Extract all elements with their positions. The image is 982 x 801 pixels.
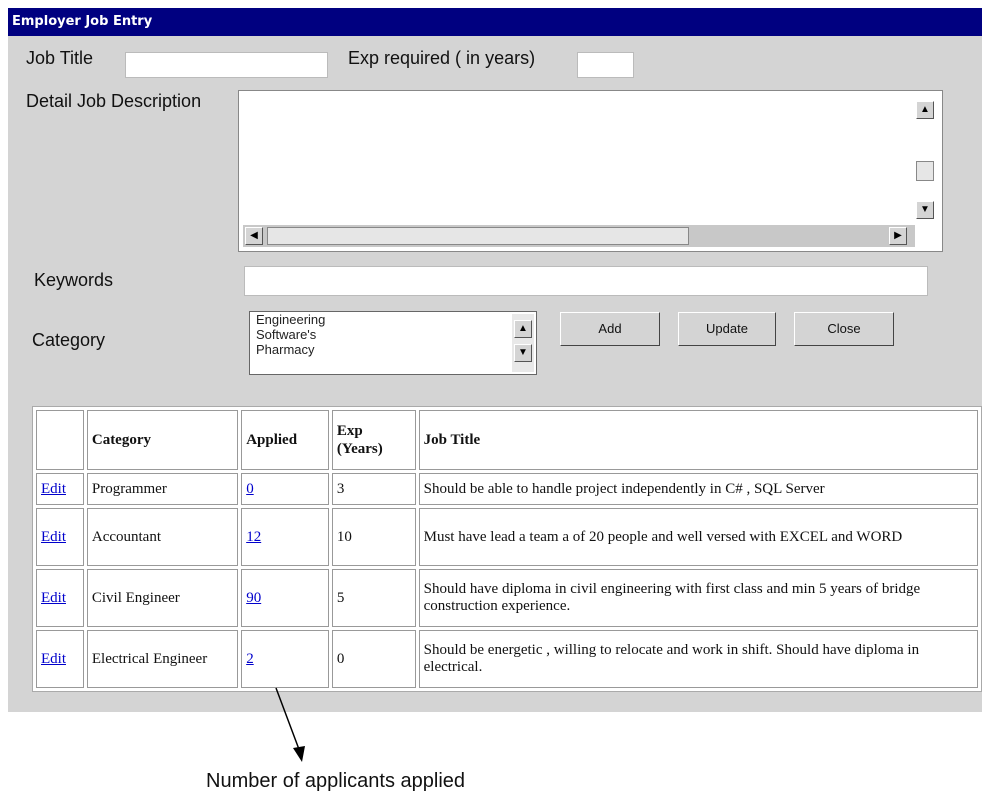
annotation-arrow (275, 687, 305, 762)
annotation-caption: Number of applicants applied (206, 770, 466, 792)
